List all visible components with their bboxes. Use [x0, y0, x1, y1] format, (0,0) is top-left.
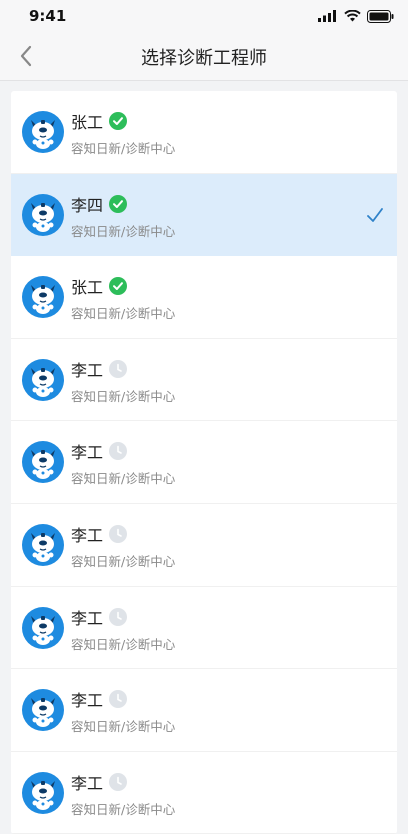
- engineer-org: 容知日新/诊断中心: [71, 388, 176, 404]
- nav-bar: 选择诊断工程师: [0, 32, 408, 81]
- robot-dog-avatar: [22, 689, 64, 732]
- robot-dog-avatar: [22, 771, 64, 814]
- engineer-name-line: 张工: [71, 274, 128, 298]
- engineer-row[interactable]: 李工 容知日新/诊断中心: [11, 421, 397, 504]
- engineer-name: 张工: [71, 113, 104, 132]
- robot-dog-avatar: [22, 523, 64, 566]
- engineer-name: 张工: [71, 278, 104, 298]
- engineer-name-line: 李工: [71, 770, 128, 794]
- battery-icon: [367, 9, 394, 23]
- robot-dog-avatar: [22, 606, 64, 649]
- engineer-row[interactable]: 张工 容知日新/诊断中心: [11, 256, 397, 339]
- engineer-name-line: 李工: [71, 522, 128, 546]
- engineer-name: 李工: [71, 525, 104, 545]
- clock-icon: [109, 524, 128, 543]
- clock-icon: [109, 772, 128, 791]
- engineer-row[interactable]: 张工 容知日新/诊断中心: [11, 91, 397, 174]
- clock-icon: [109, 690, 128, 709]
- engineer-name: 李工: [71, 608, 104, 628]
- engineer-name: 李四: [71, 195, 104, 215]
- engineer-row[interactable]: 李四 容知日新/诊断中心: [11, 173, 397, 257]
- check-circle-icon: [109, 194, 128, 213]
- engineer-row[interactable]: 李工 容知日新/诊断中心: [11, 587, 397, 670]
- engineer-row[interactable]: 李工 容知日新/诊断中心: [11, 339, 397, 422]
- clock-icon: [109, 442, 128, 461]
- engineer-name-line: 李工: [71, 439, 128, 463]
- engineer-name-line: 李工: [71, 687, 128, 711]
- status-bar: 9:41: [0, 0, 408, 32]
- engineer-name-line: 张工: [71, 109, 128, 133]
- engineer-name-line: 李工: [71, 605, 128, 629]
- robot-dog-avatar: [22, 193, 64, 236]
- engineer-name-line: 李工: [71, 357, 128, 381]
- signal-icon: [318, 10, 336, 22]
- engineer-org: 容知日新/诊断中心: [71, 141, 176, 156]
- clock-icon: [109, 359, 128, 378]
- engineer-org: 容知日新/诊断中心: [71, 223, 176, 239]
- engineer-name: 李工: [71, 773, 104, 793]
- robot-dog-avatar: [22, 276, 64, 319]
- checkmark-icon: [367, 207, 383, 222]
- engineer-row[interactable]: 李工 容知日新/诊断中心: [11, 504, 397, 587]
- engineer-org: 容知日新/诊断中心: [71, 306, 176, 322]
- wifi-icon: [344, 10, 361, 22]
- engineer-org: 容知日新/诊断中心: [71, 636, 176, 652]
- engineer-org: 容知日新/诊断中心: [71, 471, 176, 487]
- robot-dog-avatar: [22, 358, 64, 401]
- clock-icon: [109, 607, 128, 626]
- engineer-org: 容知日新/诊断中心: [71, 553, 176, 569]
- engineer-row[interactable]: 李工 容知日新/诊断中心: [11, 752, 397, 834]
- robot-dog-avatar: [22, 441, 64, 484]
- check-circle-icon: [109, 112, 128, 130]
- engineer-row[interactable]: 李工 容知日新/诊断中心: [11, 669, 397, 752]
- check-circle-icon: [109, 277, 128, 296]
- engineer-name: 李工: [71, 360, 104, 380]
- status-time: 9:41: [29, 7, 67, 25]
- engineer-name-line: 李四: [71, 192, 128, 216]
- engineer-name: 李工: [71, 443, 104, 463]
- page-title: 选择诊断工程师: [141, 48, 267, 69]
- engineer-org: 容知日新/诊断中心: [71, 801, 176, 817]
- robot-dog-avatar: [22, 111, 64, 153]
- status-icons: [318, 9, 394, 23]
- engineer-org: 容知日新/诊断中心: [71, 719, 176, 735]
- engineer-list: 张工 容知日新/诊断中心 李四 容知日新/诊断中心 张工 容知日新/诊断中心 李…: [11, 91, 397, 834]
- engineer-name: 李工: [71, 691, 104, 711]
